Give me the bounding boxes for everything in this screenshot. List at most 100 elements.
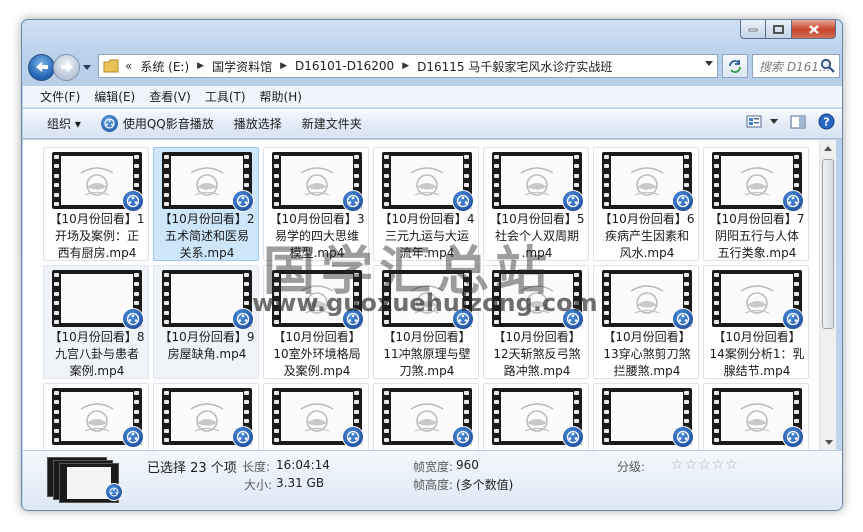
- preview-pane-button[interactable]: [790, 115, 806, 129]
- file-name-line: 11冲煞原理与壁: [383, 347, 471, 361]
- file-item[interactable]: [373, 383, 479, 450]
- frame-height-label: 帧高度:: [413, 478, 454, 492]
- qq-video-icon: [782, 426, 804, 448]
- file-item[interactable]: [593, 383, 699, 450]
- svg-text:?: ?: [823, 116, 829, 129]
- rating-star-icon[interactable]: ☆: [671, 457, 684, 473]
- scroll-down-button[interactable]: [820, 434, 837, 450]
- file-name-line: 阴阳五行与人体: [714, 229, 799, 243]
- file-item[interactable]: [263, 383, 369, 450]
- menu-tools[interactable]: 工具(T): [198, 88, 253, 105]
- breadcrumb-separator-icon[interactable]: ▶: [400, 61, 411, 71]
- organize-button[interactable]: 组织 ▾: [37, 112, 91, 136]
- breadcrumb-current-folder[interactable]: D16115 马千毅家宅风水诊疗实战班: [411, 55, 618, 77]
- menu-help[interactable]: 帮助(H): [253, 88, 309, 105]
- file-name: 【10月份回看】9 房屋缺角.mp4: [156, 329, 258, 363]
- qq-video-icon: [232, 308, 254, 330]
- address-bar[interactable]: « 系统 (E:) ▶ 国学资料馆 ▶ D16101-D16200 ▶ D161…: [98, 54, 718, 78]
- rating-star-icon[interactable]: ☆: [712, 457, 725, 473]
- search-icon[interactable]: [820, 58, 835, 73]
- file-name-line: 案例.mp4: [69, 364, 125, 378]
- chevron-down-icon: [770, 119, 778, 124]
- file-item[interactable]: 【10月份回看】7 阴阳五行与人体 五行类象.mp4: [703, 147, 809, 261]
- size-value: 3.31 GB: [276, 476, 325, 490]
- command-bar: 组织 ▾ 使用QQ影音播放 播放选择 新建文件夹 ?: [23, 109, 842, 139]
- file-name: 【10月份回看】8 九宫八卦与患者 案例.mp4: [46, 329, 148, 380]
- rating-star-icon[interactable]: ☆: [698, 457, 711, 473]
- frame-height-value: (多个数值): [456, 478, 514, 492]
- rating-label: 分级:: [617, 460, 646, 474]
- file-name-line: 九宫八卦与患者: [54, 347, 139, 361]
- search-input[interactable]: 搜索 D161...: [752, 54, 840, 78]
- minimize-button[interactable]: [740, 20, 766, 39]
- arrow-left-icon: [35, 62, 48, 72]
- breadcrumb-folder[interactable]: 国学资料馆: [206, 55, 278, 77]
- file-name-line: 疾病产生因素和: [604, 229, 689, 243]
- qq-video-icon: [672, 426, 694, 448]
- breadcrumb-separator-icon[interactable]: ▶: [278, 61, 289, 71]
- close-button[interactable]: [792, 20, 836, 39]
- chevron-down-icon: [83, 64, 91, 70]
- menu-file[interactable]: 文件(F): [33, 88, 87, 105]
- maximize-button[interactable]: [766, 20, 792, 39]
- watermark-url: www.guoxuehuizong.com: [252, 289, 598, 317]
- file-name: 【10月份回看】1 开场及案例：正 西有厨房.mp4: [46, 211, 148, 262]
- back-button[interactable]: [28, 53, 55, 81]
- recent-pages-dropdown[interactable]: [81, 60, 93, 74]
- file-name-line: 【10月份回看】1: [49, 212, 145, 226]
- new-folder-button[interactable]: 新建文件夹: [292, 112, 372, 136]
- file-name-line: 风水.mp4: [619, 246, 675, 260]
- help-icon: ?: [818, 113, 835, 130]
- forward-button[interactable]: [53, 53, 80, 81]
- view-thumbnails-icon: [746, 115, 762, 128]
- selection-stack-thumbnail: [47, 455, 127, 505]
- maximize-icon: [773, 24, 784, 34]
- file-item[interactable]: [153, 383, 259, 450]
- file-name-line: 五行类象.mp4: [717, 246, 797, 260]
- vertical-scrollbar[interactable]: [819, 140, 836, 450]
- play-selection-button[interactable]: 播放选择: [224, 112, 292, 136]
- file-name-line: 房屋缺角.mp4: [167, 347, 247, 361]
- rating-star-icon[interactable]: ☆: [725, 457, 738, 473]
- chevron-down-icon[interactable]: [705, 61, 713, 66]
- file-item[interactable]: 【10月份回看】1 开场及案例：正 西有厨房.mp4: [43, 147, 149, 261]
- chevron-down-icon: [824, 439, 833, 445]
- file-item[interactable]: 【10月份回看】9 房屋缺角.mp4: [153, 265, 259, 379]
- file-item[interactable]: 【10月份回看】8 九宫八卦与患者 案例.mp4: [43, 265, 149, 379]
- toolbar-right: ?: [734, 113, 835, 130]
- scrollbar-thumb[interactable]: [822, 159, 834, 329]
- file-item[interactable]: 【10月份回看】 14案例分析1：乳 腺结节.mp4: [703, 265, 809, 379]
- file-item[interactable]: [703, 383, 809, 450]
- refresh-button[interactable]: [722, 54, 748, 78]
- help-button[interactable]: ?: [818, 113, 835, 130]
- file-name-line: 【10月份回看】: [493, 330, 581, 344]
- breadcrumb-drive[interactable]: 系统 (E:): [134, 55, 195, 77]
- scroll-up-button[interactable]: [820, 140, 836, 156]
- rating-star-icon[interactable]: ☆: [685, 457, 698, 473]
- file-item[interactable]: 【10月份回看】2 五术简述和医易 关系.mp4: [153, 147, 259, 261]
- file-item[interactable]: 【10月份回看】6 疾病产生因素和 风水.mp4: [593, 147, 699, 261]
- file-name-line: 13穿心煞剪刀煞: [603, 347, 691, 361]
- file-name-line: 刀煞.mp4: [399, 364, 455, 378]
- menu-edit[interactable]: 编辑(E): [87, 88, 142, 105]
- navigation-bar: « 系统 (E:) ▶ 国学资料馆 ▶ D16101-D16200 ▶ D161…: [28, 53, 840, 81]
- view-options-button[interactable]: [746, 115, 778, 128]
- rating-stars[interactable]: ☆ ☆ ☆ ☆ ☆: [671, 457, 739, 473]
- breadcrumb-folder[interactable]: D16101-D16200: [289, 55, 400, 77]
- qq-video-icon: [232, 426, 254, 448]
- file-item[interactable]: 【10月份回看】 13穿心煞剪刀煞 拦腰煞.mp4: [593, 265, 699, 379]
- breadcrumb-overflow[interactable]: «: [123, 59, 134, 73]
- length-value: 16:04:14: [276, 458, 330, 472]
- file-name-line: 【10月份回看】9: [159, 330, 255, 344]
- file-name: 【10月份回看】 10室外环境格局 及案例.mp4: [266, 329, 368, 380]
- play-with-qq-button[interactable]: 使用QQ影音播放: [91, 112, 224, 136]
- details-pane: 已选择 23 个项 长度: 16:04:14 大小: 3.31 GB 帧宽度: …: [23, 450, 842, 510]
- file-name: 【10月份回看】 12天斩煞反弓煞 路冲煞.mp4: [486, 329, 588, 380]
- frame-width-value: 960: [456, 458, 479, 472]
- file-item[interactable]: [483, 383, 589, 450]
- file-item[interactable]: [43, 383, 149, 450]
- menu-view[interactable]: 查看(V): [142, 88, 198, 105]
- file-name: 【10月份回看】 14案例分析1：乳 腺结节.mp4: [706, 329, 808, 380]
- qq-video-icon: [672, 308, 694, 330]
- breadcrumb-separator-icon[interactable]: ▶: [195, 61, 206, 71]
